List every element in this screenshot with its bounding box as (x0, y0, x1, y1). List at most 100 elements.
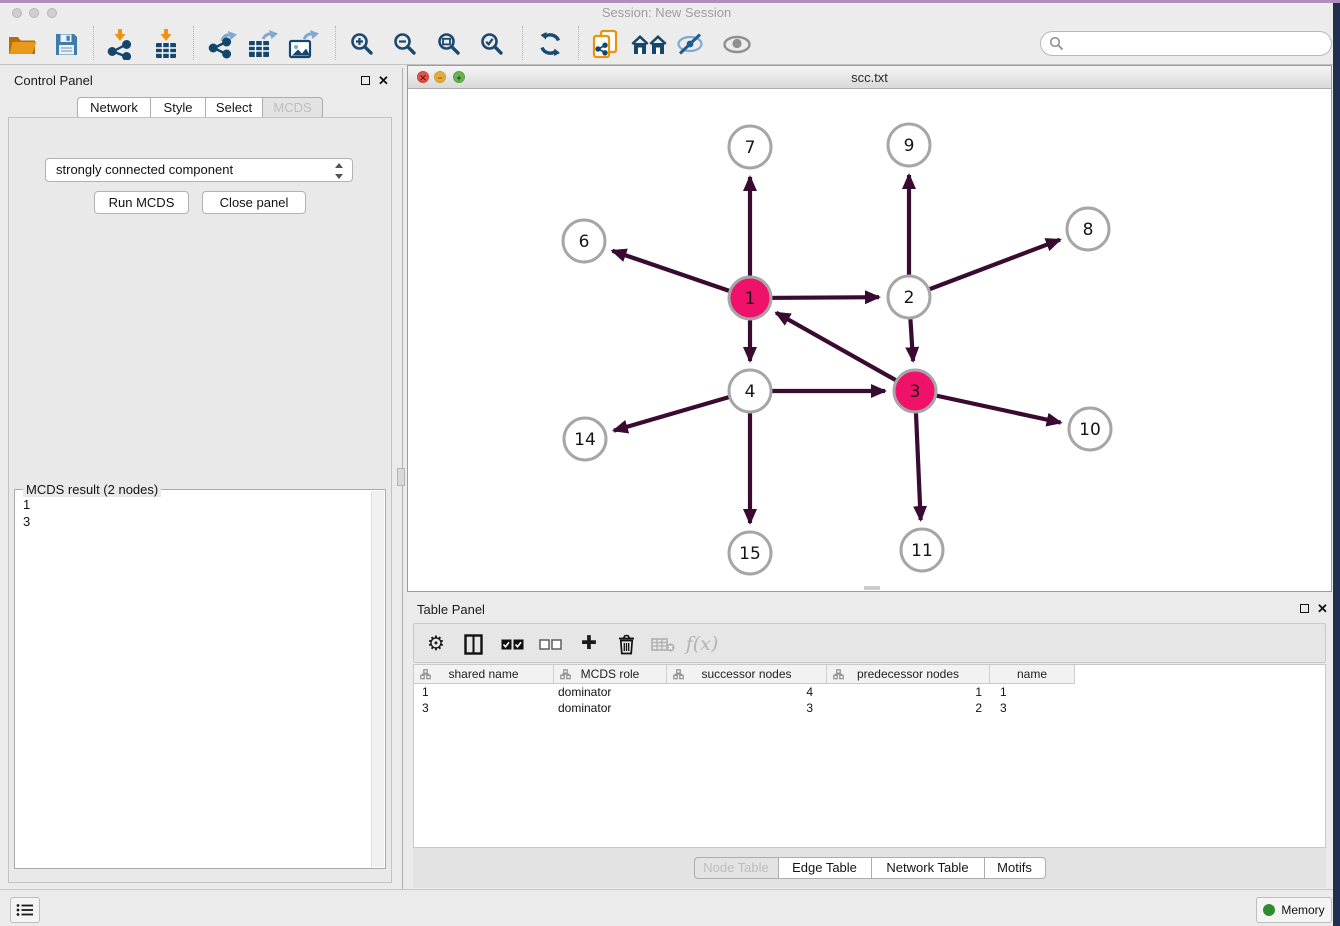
table-cell[interactable]: 4 (667, 684, 827, 700)
toolbar-separator (335, 26, 336, 60)
column-sort-icon[interactable] (673, 669, 684, 680)
svg-text:6: 6 (579, 232, 590, 252)
table-cell[interactable]: 3 (990, 700, 1075, 716)
session-home-icon[interactable] (631, 26, 667, 62)
memory-button[interactable]: Memory (1256, 897, 1332, 923)
panel-divider-handle[interactable] (397, 468, 405, 486)
graph-node-8[interactable]: 8 (1067, 208, 1109, 250)
optimization-criterion-value: strongly connected component (56, 162, 233, 177)
app-window: Session: New Session (0, 3, 1333, 926)
column-header-shared-name[interactable]: shared name (414, 665, 554, 684)
control-panel-close-button[interactable]: ✕ (378, 75, 389, 86)
clone-network-icon[interactable] (587, 26, 623, 62)
export-image-icon[interactable] (285, 26, 321, 62)
table-cell[interactable]: dominator (554, 700, 667, 716)
select-all-icon[interactable] (494, 626, 530, 662)
columns-icon[interactable] (455, 626, 491, 662)
graph-edge-2-8[interactable] (909, 240, 1060, 297)
tab-network[interactable]: Network (77, 97, 151, 119)
graph-node-6[interactable]: 6 (563, 220, 605, 262)
graph-node-15[interactable]: 15 (729, 532, 771, 574)
tab-motifs[interactable]: Motifs (985, 857, 1046, 879)
graph-node-7[interactable]: 7 (729, 126, 771, 168)
screen: Session: New Session (0, 0, 1340, 926)
add-column-icon[interactable]: ✚ (571, 626, 607, 662)
open-file-icon[interactable] (4, 26, 40, 62)
svg-text:14: 14 (574, 430, 596, 450)
tab-edge-table[interactable]: Edge Table (779, 857, 872, 879)
table-row[interactable]: 3dominator323 (414, 700, 1325, 716)
column-sort-icon[interactable] (833, 669, 844, 680)
network-window-title: scc.txt (408, 70, 1331, 85)
automation-panel-button[interactable] (10, 897, 40, 923)
graph-node-2[interactable]: 2 (888, 276, 930, 318)
close-panel-button[interactable]: Close panel (202, 191, 306, 214)
table-panel-float-button[interactable] (1300, 604, 1309, 613)
search-icon (1049, 36, 1064, 56)
tab-network-table[interactable]: Network Table (872, 857, 985, 879)
table-panel-tabs: Node TableEdge TableNetwork TableMotifs (694, 857, 1046, 879)
zoom-in-icon[interactable] (344, 26, 380, 62)
graph-node-9[interactable]: 9 (888, 124, 930, 166)
graph-node-10[interactable]: 10 (1069, 408, 1111, 450)
network-window-titlebar[interactable]: ✕ − + scc.txt (408, 66, 1331, 89)
memory-label: Memory (1281, 903, 1324, 917)
table-row[interactable]: 1dominator411 (414, 684, 1325, 700)
mcds-result-title: MCDS result (2 nodes) (23, 482, 161, 497)
zoom-fit-icon[interactable] (431, 26, 467, 62)
column-header-successor-nodes[interactable]: successor nodes (667, 665, 827, 684)
tab-node-table[interactable]: Node Table (694, 857, 779, 879)
table-cell[interactable]: 1 (414, 684, 554, 700)
run-mcds-button[interactable]: Run MCDS (94, 191, 189, 214)
graph-node-3[interactable]: 3 (894, 370, 936, 412)
graph-node-14[interactable]: 14 (564, 418, 606, 460)
svg-text:15: 15 (739, 544, 761, 564)
deselect-all-icon[interactable] (532, 626, 568, 662)
tab-style[interactable]: Style (151, 97, 206, 119)
tab-select[interactable]: Select (206, 97, 263, 119)
export-network-icon[interactable] (204, 26, 240, 62)
app-titlebar: Session: New Session (0, 3, 1333, 22)
table-cell[interactable]: dominator (554, 684, 667, 700)
hide-graphics-details-icon[interactable] (672, 26, 708, 62)
network-canvas[interactable]: 7 9 6 8 1 2 4 3 14 10 15 11 (408, 89, 1331, 591)
function-builder-icon[interactable]: f(x) (684, 626, 720, 662)
select-stepper-icon (334, 163, 344, 179)
network-resize-handle[interactable] (864, 586, 880, 590)
table-cell[interactable]: 1 (827, 684, 990, 700)
export-table-icon[interactable] (244, 26, 280, 62)
delete-icon[interactable] (608, 626, 644, 662)
memory-status-icon (1263, 904, 1275, 916)
table-cell[interactable]: 3 (414, 700, 554, 716)
graph-node-11[interactable]: 11 (901, 529, 943, 571)
refresh-view-icon[interactable] (532, 26, 568, 62)
table-cell[interactable]: 1 (990, 684, 1075, 700)
zoom-selected-icon[interactable] (474, 26, 510, 62)
column-header-predecessor-nodes[interactable]: predecessor nodes (827, 665, 990, 684)
mcds-result-scrollbar[interactable] (371, 491, 384, 867)
import-network-icon[interactable] (102, 26, 138, 62)
zoom-out-icon[interactable] (387, 26, 423, 62)
column-sort-icon[interactable] (420, 669, 431, 680)
control-panel-float-button[interactable] (361, 76, 370, 85)
table-panel-close-button[interactable]: ✕ (1317, 603, 1328, 614)
column-header-MCDS-role[interactable]: MCDS role (554, 665, 667, 684)
delete-table-icon[interactable] (645, 626, 681, 662)
show-graphics-details-icon[interactable] (719, 26, 755, 62)
main-toolbar (0, 22, 1333, 65)
table-cell[interactable]: 2 (827, 700, 990, 716)
svg-text:9: 9 (904, 136, 915, 156)
column-header-name[interactable]: name (990, 665, 1075, 684)
search-input[interactable] (1040, 31, 1332, 56)
column-sort-icon[interactable] (560, 669, 571, 680)
graph-node-4[interactable]: 4 (729, 370, 771, 412)
tab-mcds[interactable]: MCDS (263, 97, 323, 119)
table-cell[interactable]: 3 (667, 700, 827, 716)
save-session-icon[interactable] (48, 26, 84, 62)
gear-icon[interactable]: ⚙ (418, 626, 454, 662)
toolbar-separator (578, 26, 579, 60)
optimization-criterion-select[interactable]: strongly connected component (45, 158, 353, 182)
import-table-icon[interactable] (148, 26, 184, 62)
graph-edge-3-1[interactable] (776, 313, 915, 391)
graph-node-1[interactable]: 1 (729, 277, 771, 319)
